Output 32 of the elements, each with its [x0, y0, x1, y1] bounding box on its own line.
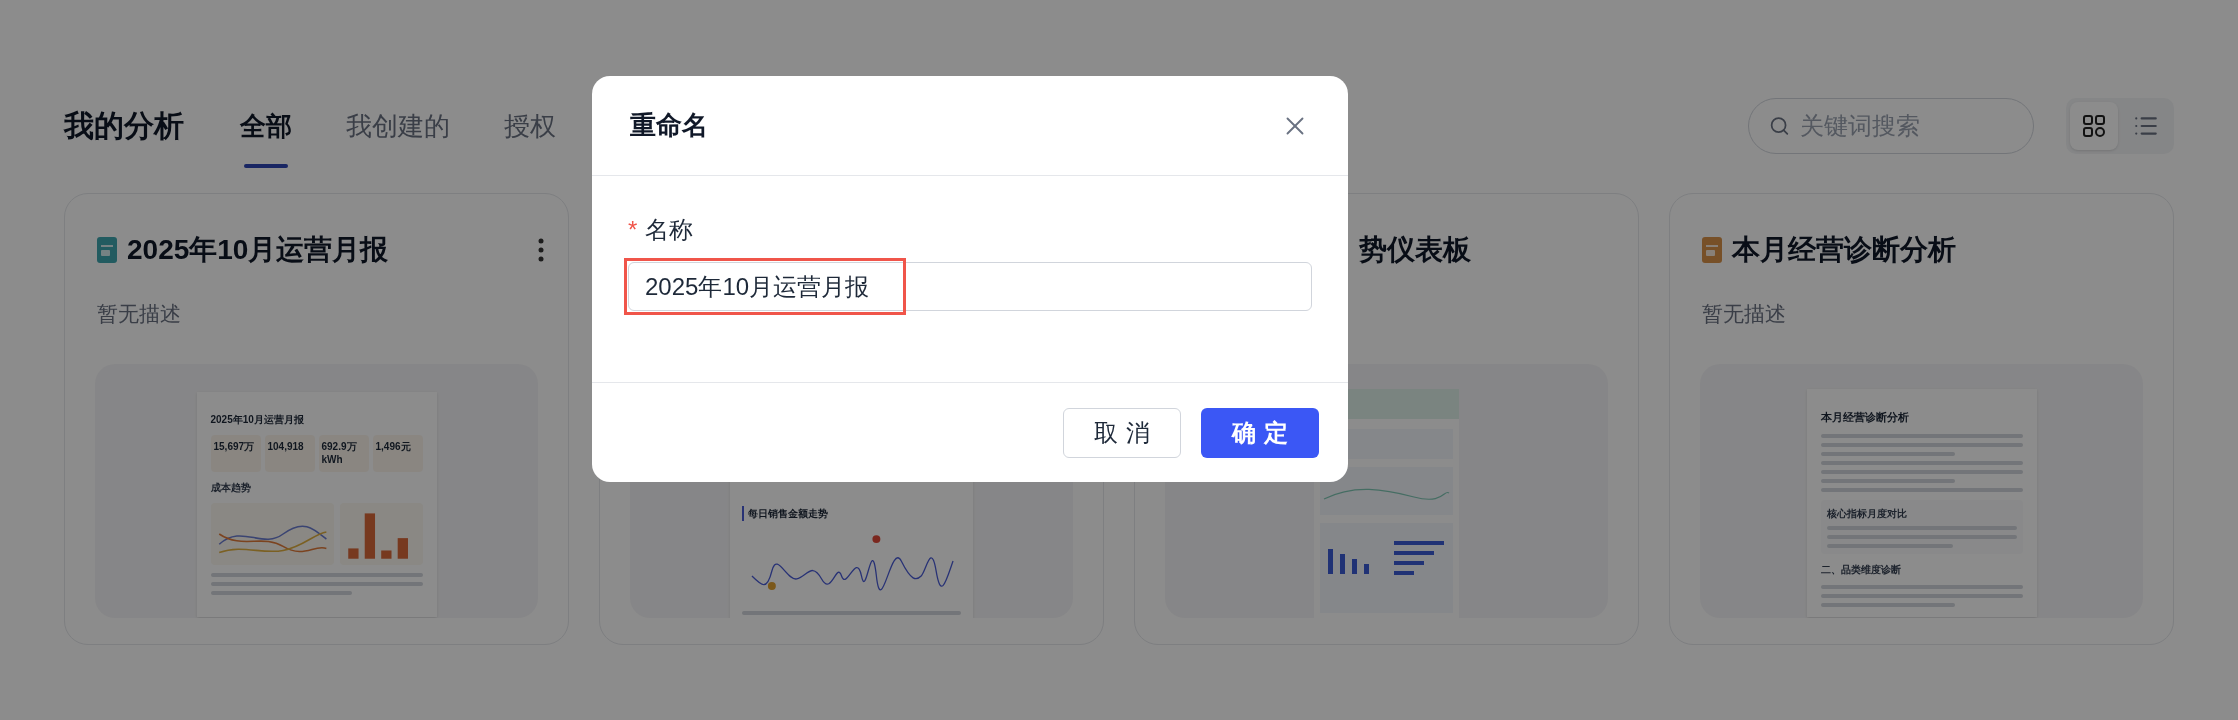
analysis-card[interactable]: 2025年10月运营月报 暂无描述 2025年10月运营月报 15,697万 104,918 692.9万 kWh 1,496元 成本趋势: [64, 193, 569, 645]
section-heading: 成本趋势: [210, 481, 252, 495]
document-title: 2025年10月运营月报: [210, 413, 305, 427]
field-label: 名称: [645, 215, 694, 245]
cancel-button[interactable]: 取消: [1063, 407, 1181, 458]
search-input[interactable]: 关键词搜索: [1799, 108, 2013, 144]
card-description: 暂无描述: [97, 302, 181, 325]
card-title: 势仪表板: [1359, 233, 1471, 267]
table-heading: 核心指标月度对比: [1826, 506, 1908, 521]
chart-heading: 每日销售金额走势: [742, 506, 961, 521]
card-description: 暂无描述: [1702, 302, 1786, 325]
grid-icon: [2082, 114, 2106, 138]
kpi-value: 104,918: [267, 441, 304, 454]
filter-tab[interactable]: 全部: [240, 96, 292, 168]
document-title: 本月经营诊断分析: [1820, 410, 1910, 425]
confirm-button[interactable]: 确定: [1201, 407, 1319, 458]
filter-tab[interactable]: 授权: [504, 96, 556, 168]
grid-view-button[interactable]: [2070, 102, 2118, 150]
search-icon: [1769, 114, 1790, 138]
kpi-value: 692.9万 kWh: [321, 441, 358, 466]
analysis-card[interactable]: 本月经营诊断分析 暂无描述 本月经营诊断分析 核心指标月度对比 二、品类维度诊断: [1669, 193, 2174, 645]
filter-tab[interactable]: 我创建的: [346, 96, 450, 168]
card-title: 本月经营诊断分析: [1732, 233, 1956, 267]
name-input[interactable]: 2025年10月运营月报: [628, 262, 1312, 311]
kpi-value: 1,496元: [375, 441, 411, 454]
page-title: 我的分析: [64, 108, 184, 144]
more-icon[interactable]: [538, 238, 544, 262]
section-heading: 二、品类维度诊断: [1820, 562, 1902, 577]
required-mark: *: [628, 215, 638, 245]
card-title: 2025年10月运营月报: [127, 233, 389, 267]
kpi-value: 15,697万: [213, 441, 255, 454]
dialog-title: 重命名: [630, 109, 708, 142]
